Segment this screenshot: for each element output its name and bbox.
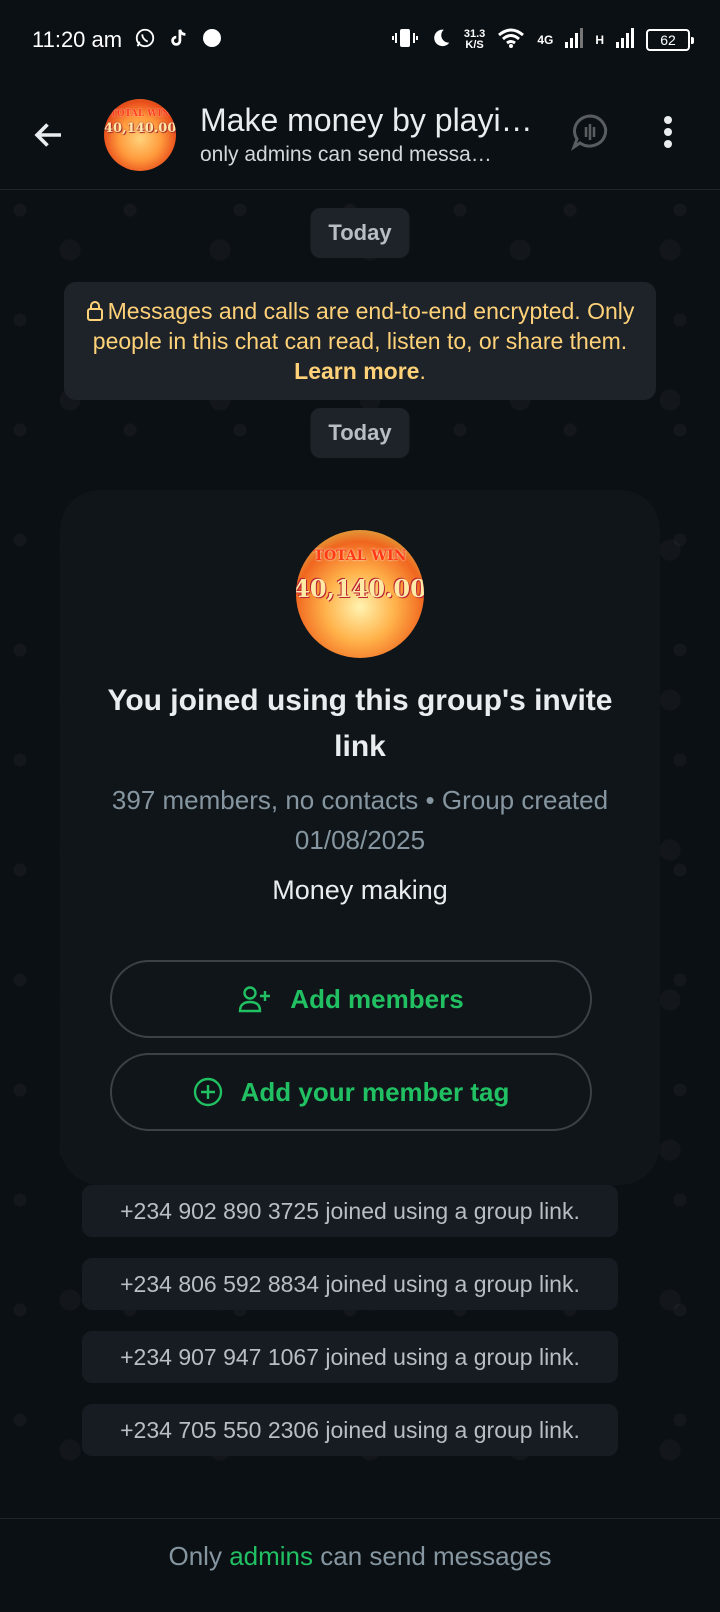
whatsapp-icon <box>134 27 156 54</box>
add-member-tag-button[interactable]: Add your member tag <box>110 1053 592 1131</box>
signal-icon <box>565 27 584 53</box>
joined-title: You joined using this group's invite lin… <box>107 684 613 763</box>
system-message: +234 806 592 8834 joined using a group l… <box>82 1258 618 1310</box>
date-chip: Today <box>310 208 410 258</box>
arrow-left-icon <box>34 122 61 147</box>
more-options-button[interactable] <box>662 114 674 155</box>
avatar-top-text: TOTAL WIN <box>313 548 407 564</box>
add-member-tag-label: Add your member tag <box>240 1076 510 1107</box>
group-meta: 397 members, no contacts • Group created… <box>111 785 609 855</box>
network-speed: 31.3 K/S <box>464 29 485 51</box>
admins-link[interactable]: admins <box>229 1541 313 1571</box>
wifi-icon <box>497 27 525 54</box>
chat-title: Make money by playi… <box>200 102 533 138</box>
voice-chat-icon[interactable] <box>570 112 610 157</box>
footer-prefix: Only <box>168 1541 222 1571</box>
chat-title-block[interactable]: Make money by playi… only admins can sen… <box>200 102 540 167</box>
add-person-icon <box>239 986 271 1013</box>
system-message: +234 907 947 1067 joined using a group l… <box>82 1331 618 1383</box>
status-bar: 11:20 am 31.3 K/S 4G H 62 <box>0 0 720 80</box>
do-not-disturb-moon-icon <box>430 27 452 54</box>
encryption-notice[interactable]: Messages and calls are end-to-end encryp… <box>64 282 656 400</box>
system-message: +234 902 890 3725 joined using a group l… <box>82 1185 618 1237</box>
encryption-text: Messages and calls are end-to-end encryp… <box>92 298 635 354</box>
avatar-amount-text: 40,140.00 <box>296 574 424 603</box>
add-members-button[interactable]: Add members <box>110 960 592 1038</box>
add-circle-icon <box>193 1077 222 1107</box>
group-info-card: TOTAL WIN 40,140.00 You joined using thi… <box>60 490 660 1185</box>
notification-dot-icon <box>202 28 222 53</box>
avatar-top-text: TOTAL WIN <box>110 108 170 119</box>
signal-icon-2 <box>616 27 634 53</box>
speed-unit: K/S <box>465 39 484 51</box>
more-vertical-icon <box>664 116 672 148</box>
network-4g-label: 4G <box>537 33 554 47</box>
system-message: +234 705 550 2306 joined using a group l… <box>82 1404 618 1456</box>
footer-suffix: can send messages <box>320 1541 552 1571</box>
clock: 11:20 am <box>32 27 123 52</box>
chat-header: TOTAL WIN 40,140.00 Make money by playi…… <box>0 80 720 190</box>
group-avatar-large[interactable]: TOTAL WIN 40,140.00 <box>296 530 424 658</box>
vibrate-icon <box>391 27 418 54</box>
lock-icon <box>86 301 103 321</box>
add-members-label: Add members <box>290 983 464 1014</box>
chat-area[interactable]: Today Messages and calls are end-to-end … <box>0 190 720 1518</box>
tiktok-icon <box>168 27 190 54</box>
battery-indicator: 62 <box>646 29 694 51</box>
admin-only-footer: Only admins can send messages <box>0 1518 720 1612</box>
back-button[interactable] <box>14 100 84 170</box>
learn-more-link[interactable]: Learn more <box>294 358 419 384</box>
date-chip-2: Today <box>310 408 410 458</box>
group-description: Money making <box>272 875 448 905</box>
group-avatar[interactable]: TOTAL WIN 40,140.00 <box>104 98 176 171</box>
chat-subtitle: only admins can send messa… <box>200 143 492 166</box>
encryption-trailing: . <box>419 358 426 384</box>
avatar-amount-text: 40,140.00 <box>104 120 176 136</box>
network-h-label: H <box>595 33 604 47</box>
